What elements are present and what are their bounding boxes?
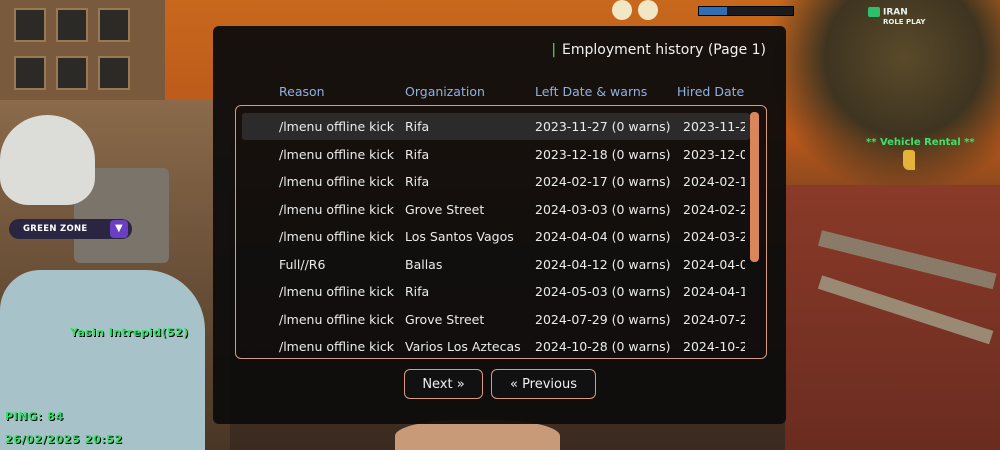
list-item[interactable]: /lmenu offline kick Varios Los Aztecas 2…: [242, 333, 750, 358]
cell-left-date: 2024-05-03 (0 warns): [535, 284, 671, 299]
datetime-readout: 26/02/2025 20:52: [5, 433, 123, 446]
list-item[interactable]: /lmenu offline kick Rifa 2023-11-27 (0 w…: [242, 113, 750, 140]
player-character-body: [0, 270, 205, 450]
column-header-organization: Organization: [405, 84, 485, 99]
cell-organization: Los Santos Vagos: [405, 229, 514, 244]
npc-character: [395, 420, 560, 450]
cell-hired-date: 2024-10-2: [683, 339, 745, 354]
next-page-button[interactable]: Next »: [404, 369, 483, 399]
title-accent: |: [551, 42, 557, 58]
cell-hired-date: 2024-02-1: [683, 174, 745, 189]
window: [56, 8, 88, 42]
cell-organization: Grove Street: [405, 201, 485, 217]
dialog-title-text: Employment history (Page 1): [562, 42, 766, 58]
cell-reason: /lmenu offline kick: [279, 174, 394, 189]
cell-organization: Ballas: [405, 256, 443, 272]
cell-organization: Rifa: [405, 284, 430, 299]
cell-reason: /lmenu offline kick: [279, 201, 394, 217]
cell-reason: /lmenu offline kick: [279, 339, 394, 354]
ground: [785, 185, 1000, 450]
zone-label: GREEN ZONE: [23, 224, 88, 234]
list-item[interactable]: /lmenu offline kick Los Santos Vagos 202…: [242, 223, 750, 250]
server-logo: IRAN ROLE PLAY: [868, 7, 925, 27]
cell-hired-date: 2024-07-2: [683, 311, 745, 327]
column-header-hired-date: Hired Date: [677, 84, 745, 99]
cell-reason: /lmenu offline kick: [279, 119, 394, 134]
cell-hired-date: 2023-12-0: [683, 146, 745, 162]
cell-left-date: 2024-10-28 (0 warns): [535, 339, 671, 354]
ping-readout: PING: 84: [5, 410, 64, 423]
window: [98, 8, 130, 42]
cell-reason: /lmenu offline kick: [279, 311, 394, 327]
cell-left-date: 2023-12-18 (0 warns): [535, 146, 671, 162]
cell-left-date: 2024-03-03 (0 warns): [535, 201, 671, 217]
cell-left-date: 2024-04-04 (0 warns): [535, 229, 671, 244]
cell-reason: Full//R6: [279, 256, 326, 272]
cell-organization: Grove Street: [405, 311, 485, 327]
window: [98, 56, 130, 90]
column-header-reason: Reason: [279, 84, 325, 99]
previous-page-button[interactable]: « Previous: [491, 369, 596, 399]
dialog-title: | Employment history (Page 1): [551, 42, 766, 58]
history-list[interactable]: /lmenu offline kick Rifa 2023-11-27 (0 w…: [235, 105, 767, 359]
player-nametag: Yasin Intrepid(52): [70, 326, 189, 339]
cell-left-date: 2024-02-17 (0 warns): [535, 174, 671, 189]
window: [14, 8, 46, 42]
logo-icon: [868, 7, 880, 17]
list-item[interactable]: /lmenu offline kick Rifa 2024-05-03 (0 w…: [242, 278, 750, 305]
cell-left-date: 2024-04-12 (0 warns): [535, 256, 671, 272]
brand-line-1: IRAN: [883, 7, 908, 18]
cell-reason: /lmenu offline kick: [279, 229, 394, 244]
cell-left-date: 2024-07-29 (0 warns): [535, 311, 671, 327]
list-item[interactable]: /lmenu offline kick Rifa 2023-12-18 (0 w…: [242, 141, 750, 168]
window: [56, 56, 88, 90]
list-item[interactable]: /lmenu offline kick Grove Street 2024-07…: [242, 306, 750, 333]
health-bar-fill: [699, 7, 728, 15]
column-header-left-date: Left Date & warns: [535, 84, 648, 99]
cell-reason: /lmenu offline kick: [279, 146, 394, 162]
player-character-head: [0, 115, 95, 205]
cell-hired-date: 2024-02-2: [683, 201, 745, 217]
cell-organization: Rifa: [405, 174, 430, 189]
shield-icon: ▼: [110, 220, 128, 238]
employment-history-dialog: | Employment history (Page 1) Reason Orga…: [213, 26, 786, 424]
cell-organization: Varios Los Aztecas: [405, 339, 521, 354]
list-item[interactable]: /lmenu offline kick Grove Street 2024-03…: [242, 196, 750, 223]
zone-indicator: GREEN ZONE ▼: [9, 219, 132, 239]
brand-line-2: ROLE PLAY: [883, 17, 926, 26]
health-bar: [698, 6, 794, 16]
cell-hired-date: 2024-03-2: [683, 229, 745, 244]
cell-organization: Rifa: [405, 146, 430, 162]
pickup-marker-icon: [903, 150, 915, 170]
list-item[interactable]: /lmenu offline kick Rifa 2024-02-17 (0 w…: [242, 168, 750, 195]
cell-hired-date: 2024-04-0: [683, 256, 745, 272]
cell-hired-date: 2023-11-2: [683, 119, 745, 134]
tree: [760, 0, 1000, 190]
cell-hired-date: 2024-04-1: [683, 284, 745, 299]
street-lamps: [612, 0, 682, 26]
cell-organization: Rifa: [405, 119, 430, 134]
scrollbar-thumb[interactable]: [750, 112, 759, 262]
vehicle-rental-label: ** Vehicle Rental **: [866, 137, 975, 148]
window: [14, 56, 46, 90]
cell-reason: /lmenu offline kick: [279, 284, 394, 299]
cell-left-date: 2023-11-27 (0 warns): [535, 119, 671, 134]
list-item[interactable]: Full//R6 Ballas 2024-04-12 (0 warns) 202…: [242, 251, 750, 278]
scrollbar[interactable]: [750, 112, 759, 348]
